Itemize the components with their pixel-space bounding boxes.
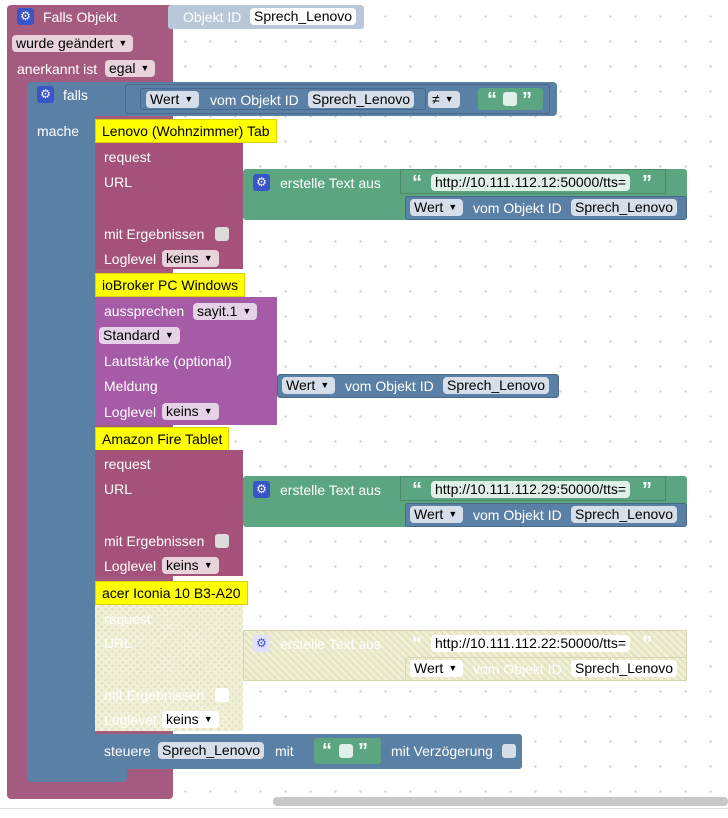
if-object-id[interactable]: Sprech_Lenovo xyxy=(308,91,415,108)
quote-close-icon: ” xyxy=(642,172,652,194)
url-text[interactable]: http://10.111.112.12:50000/tts= xyxy=(431,174,631,191)
object-id-value[interactable]: Sprech_Lenovo xyxy=(571,660,678,677)
horizontal-scrollbar[interactable] xyxy=(273,797,728,806)
loglevel-label: Loglevel xyxy=(104,404,157,420)
delay-checkbox[interactable] xyxy=(502,744,516,758)
mache-label: mache xyxy=(37,123,80,139)
mit-label: mit xyxy=(275,743,294,759)
language-dropdown[interactable]: Standard ▼ xyxy=(99,327,180,344)
object-id-label: Objekt ID xyxy=(183,9,242,25)
if-block[interactable] xyxy=(27,82,95,782)
value-dropdown[interactable]: Wert ▼ xyxy=(410,199,464,216)
quote-close-icon: ” xyxy=(642,479,652,501)
object-id-value[interactable]: Sprech_Lenovo xyxy=(250,8,357,25)
falls-label: falls xyxy=(63,87,88,103)
vom-objekt-label: vom Objekt ID xyxy=(473,200,562,216)
quote-close-icon: ” xyxy=(642,633,652,655)
ack-dropdown[interactable]: egal ▼ xyxy=(105,60,156,77)
message-label: Meldung xyxy=(104,378,158,394)
url-label: URL xyxy=(104,174,133,190)
create-text-label: erstelle Text aus xyxy=(280,482,381,498)
vom-objekt-label: vom Objekt ID xyxy=(345,378,434,394)
value-dropdown[interactable]: Wert ▼ xyxy=(410,506,464,523)
vom-objekt-label: vom Objekt ID xyxy=(210,92,299,108)
create-text-label: erstelle Text aus xyxy=(280,636,381,652)
url-label: URL xyxy=(104,635,133,651)
object-id-value[interactable]: Sprech_Lenovo xyxy=(571,199,678,216)
gear-icon[interactable]: ⚙ xyxy=(253,635,270,652)
with-results-label: mit Ergebnissen xyxy=(104,226,205,242)
with-results-checkbox[interactable] xyxy=(215,688,229,702)
quote-open-icon: “ xyxy=(412,633,422,655)
quote-open-icon: “ xyxy=(487,89,497,111)
loglevel-dropdown[interactable]: keins ▼ xyxy=(162,557,219,574)
gear-icon[interactable]: ⚙ xyxy=(17,8,34,25)
gear-icon[interactable]: ⚙ xyxy=(37,86,54,103)
create-text-label: erstelle Text aus xyxy=(280,175,381,191)
object-id-value[interactable]: Sprech_Lenovo xyxy=(443,377,550,394)
loglevel-dropdown[interactable]: keins ▼ xyxy=(162,403,219,420)
comment-lenovo[interactable]: Lenovo (Wohnzimmer) Tab xyxy=(95,119,277,143)
trigger-title: Falls Objekt xyxy=(43,9,117,25)
loglevel-label: Loglevel xyxy=(104,558,157,574)
gear-icon[interactable]: ⚙ xyxy=(253,481,270,498)
comment-iobroker[interactable]: ioBroker PC Windows xyxy=(95,273,246,297)
loglevel-dropdown[interactable]: keins ▼ xyxy=(162,250,219,267)
delay-label: mit Verzögerung xyxy=(391,743,493,759)
url-text[interactable]: http://10.111.112.29:50000/tts= xyxy=(431,481,631,498)
quote-open-icon: “ xyxy=(412,172,422,194)
url-text[interactable]: http://10.111.112.22:50000/tts= xyxy=(431,635,631,652)
request-label: request xyxy=(104,149,151,165)
comment-acer[interactable]: acer Iconia 10 B3-A20 xyxy=(95,581,248,605)
with-results-checkbox[interactable] xyxy=(215,227,229,241)
volume-label: Lautstärke (optional) xyxy=(104,353,232,369)
ack-label: anerkannt ist xyxy=(17,61,98,77)
request-label: request xyxy=(104,456,151,472)
quote-open-icon: “ xyxy=(412,479,422,501)
comment-amazon[interactable]: Amazon Fire Tablet xyxy=(95,427,230,451)
with-results-label: mit Ergebnissen xyxy=(104,687,205,703)
vom-objekt-label: vom Objekt ID xyxy=(473,507,562,523)
loglevel-label: Loglevel xyxy=(104,251,157,267)
value-dropdown[interactable]: Wert ▼ xyxy=(410,660,464,677)
object-id-value[interactable]: Sprech_Lenovo xyxy=(571,506,678,523)
quote-open-icon: “ xyxy=(322,740,332,762)
vom-objekt-label: vom Objekt ID xyxy=(473,661,562,677)
loglevel-dropdown[interactable]: keins ▼ xyxy=(162,711,219,728)
request-label: request xyxy=(104,611,151,627)
value-dropdown[interactable]: Wert ▼ xyxy=(146,91,200,108)
quote-close-icon: ” xyxy=(522,89,532,111)
gear-icon[interactable]: ⚙ xyxy=(253,174,270,191)
control-object-id[interactable]: Sprech_Lenovo xyxy=(158,742,265,759)
loglevel-label: Loglevel xyxy=(104,712,157,728)
changed-dropdown[interactable]: wurde geändert ▼ xyxy=(12,35,134,52)
operator-dropdown[interactable]: ≠ ▼ xyxy=(428,91,460,108)
with-results-checkbox[interactable] xyxy=(215,534,229,548)
instance-dropdown[interactable]: sayit.1 ▼ xyxy=(193,303,258,320)
url-label: URL xyxy=(104,481,133,497)
steuere-label: steuere xyxy=(104,743,151,759)
speak-label: aussprechen xyxy=(104,303,185,319)
value-dropdown[interactable]: Wert ▼ xyxy=(282,377,336,394)
quote-close-icon: ” xyxy=(358,740,368,762)
with-results-label: mit Ergebnissen xyxy=(104,533,205,549)
